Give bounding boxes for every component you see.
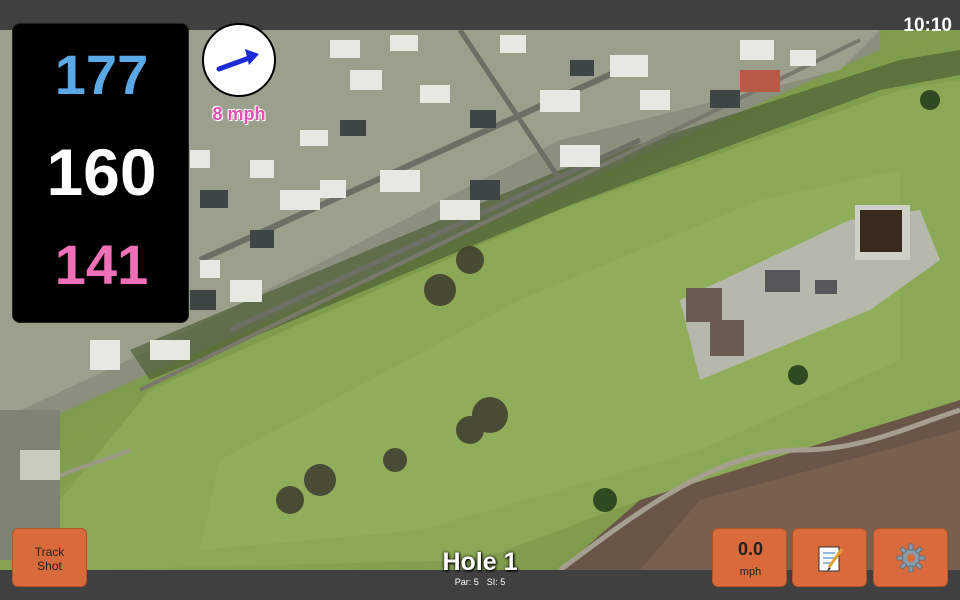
- speed-unit: mph: [739, 566, 762, 578]
- notepad-icon: [818, 546, 844, 572]
- wind-arrow-icon: [216, 49, 259, 72]
- hole-title: Hole 1: [442, 548, 518, 576]
- wind-direction-dial: [202, 23, 276, 97]
- distance-front-of-green: 141: [54, 233, 149, 296]
- notes-button[interactable]: [792, 528, 867, 587]
- gear-icon: [896, 543, 926, 573]
- hole-meta: Par: 5 SI: 5: [380, 577, 580, 587]
- track-shot-button[interactable]: Track Shot: [12, 528, 87, 587]
- track-shot-label-line1: Track: [34, 545, 65, 559]
- speed-button[interactable]: 0.0 mph: [712, 528, 787, 587]
- hole-par: Par: 5: [454, 577, 479, 587]
- track-shot-label-line2: Shot: [37, 559, 62, 573]
- distance-panel: 177 160 141: [12, 23, 189, 323]
- distance-back-of-green: 177: [54, 43, 149, 106]
- hole-stroke-index: SI: 5: [486, 577, 506, 587]
- distance-middle-of-green: 160: [46, 135, 157, 209]
- status-clock: 10:10: [903, 15, 952, 36]
- settings-button[interactable]: [873, 528, 948, 587]
- speed-value: 0.0: [737, 539, 764, 559]
- golf-gps-screen: 10:10 177 160 141 8 mph Track Shot Hole …: [0, 0, 960, 600]
- wind-speed-label: 8 mph: [212, 104, 266, 124]
